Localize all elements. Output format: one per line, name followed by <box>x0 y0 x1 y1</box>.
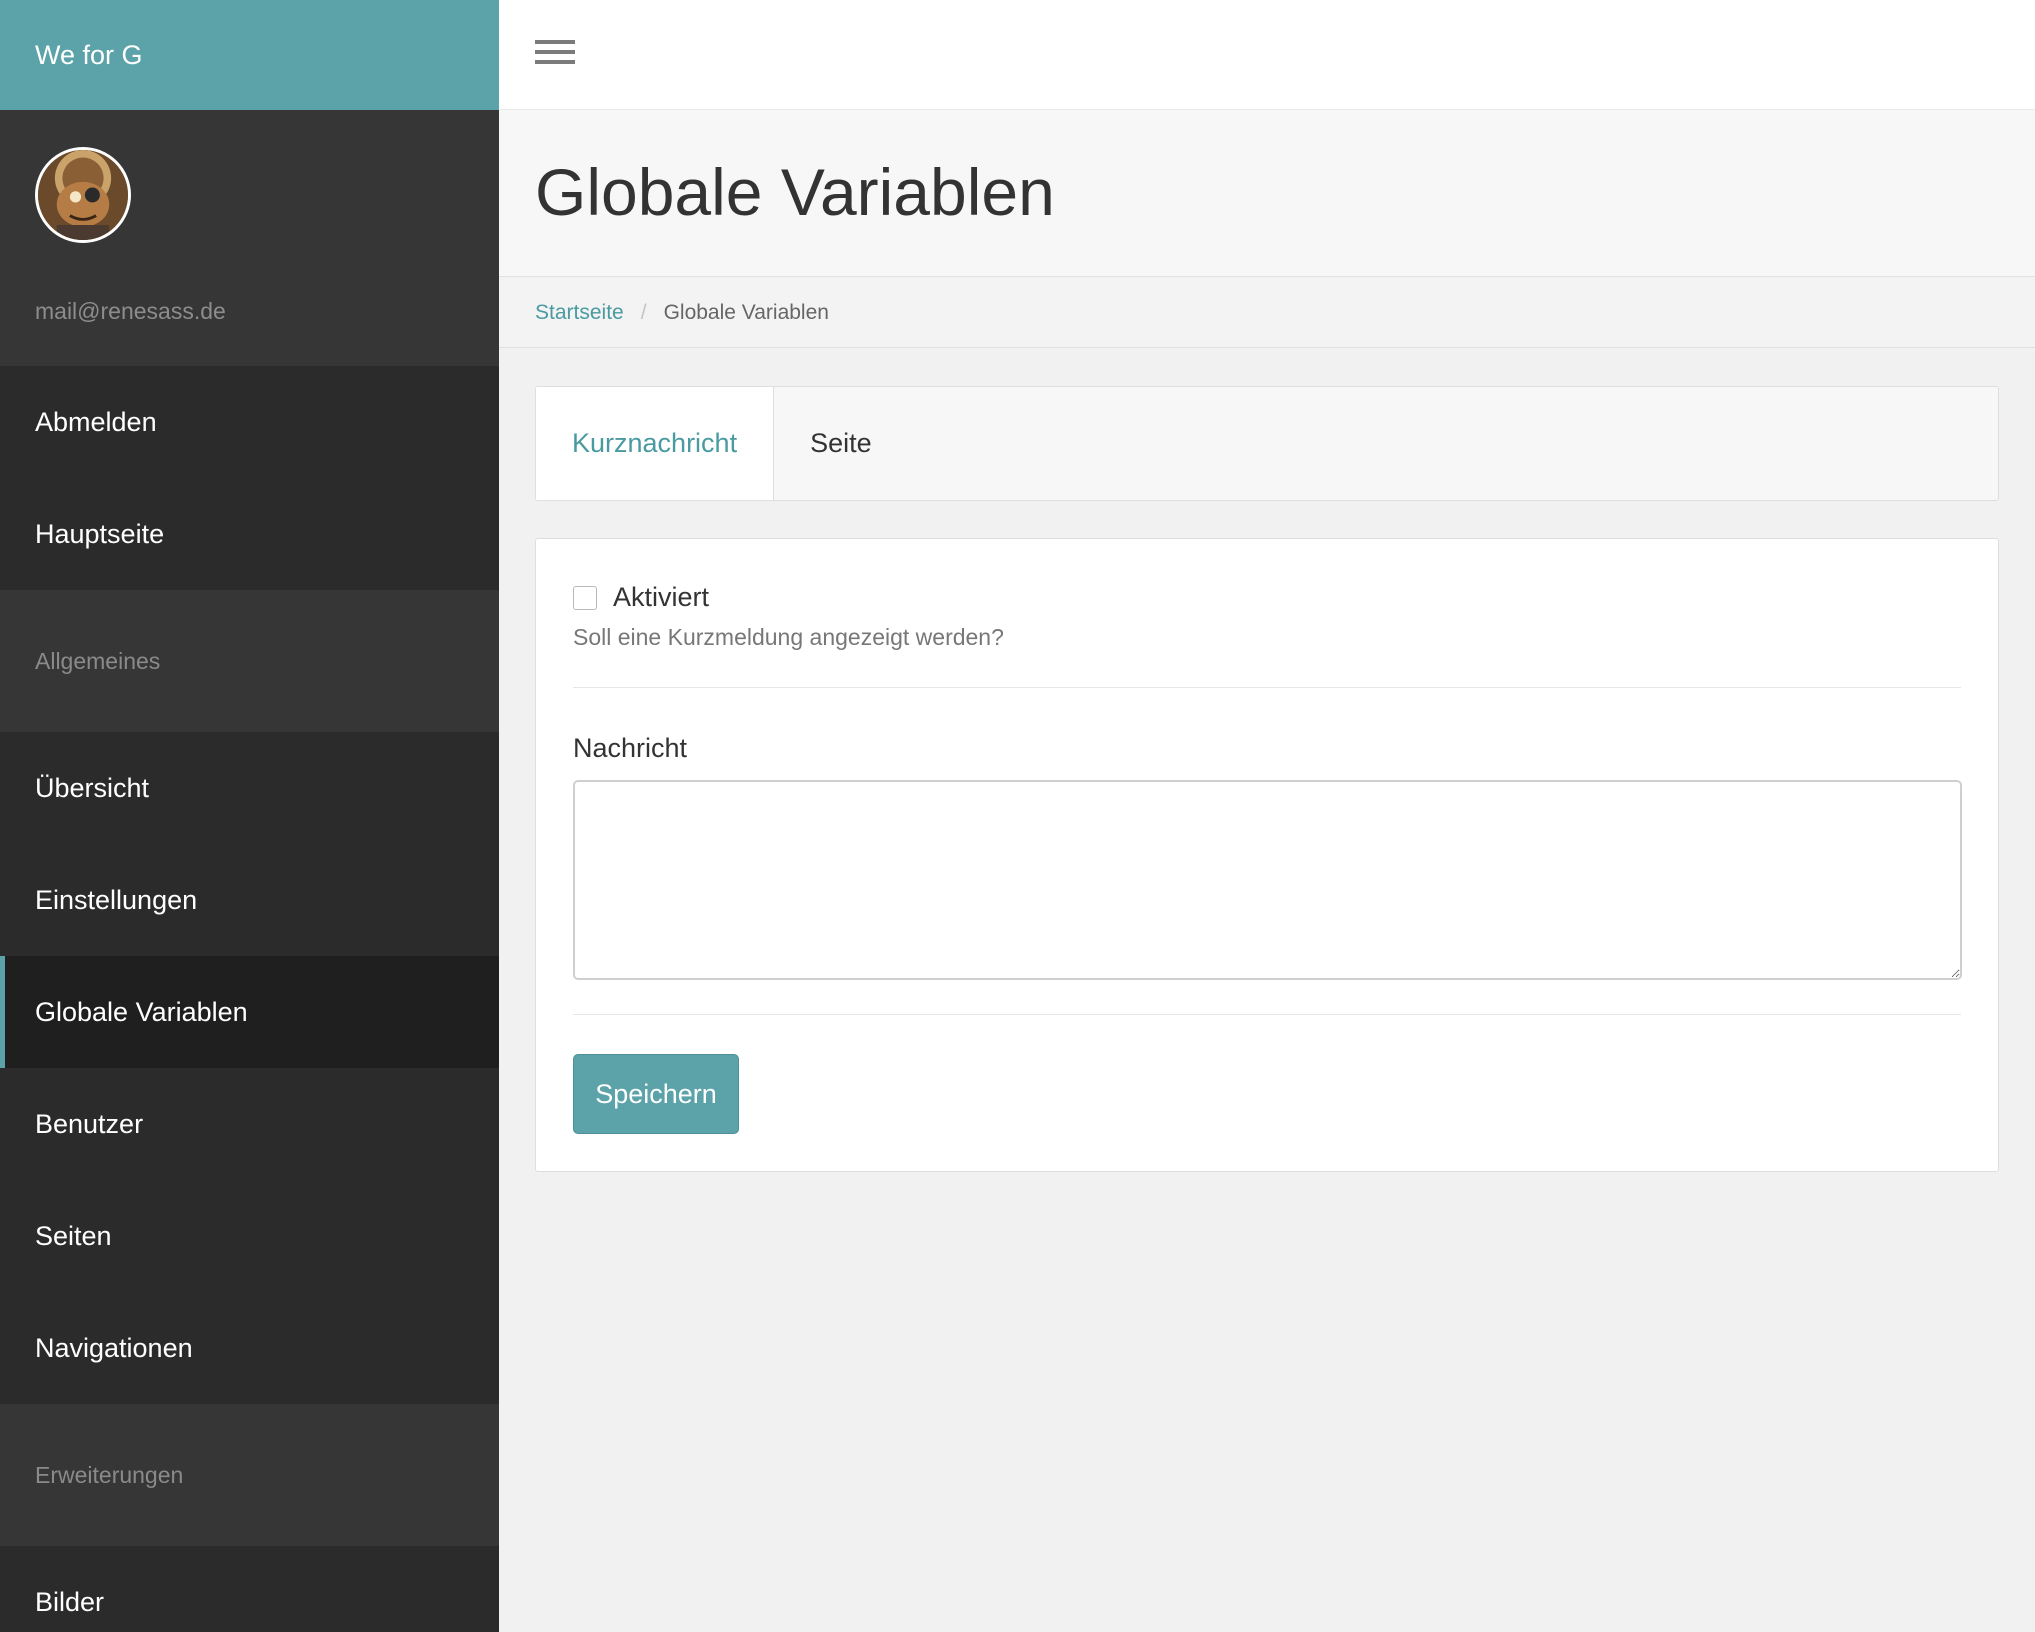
sidebar-item-label: Einstellungen <box>35 884 198 915</box>
activated-checkbox-row: Aktiviert <box>573 582 709 613</box>
sidebar-item-label: Navigationen <box>35 1332 193 1363</box>
sidebar: We for G mail@renesass.de Abmelden Haupt… <box>0 0 499 1632</box>
sidebar-item-navigations[interactable]: Navigationen <box>0 1292 499 1404</box>
breadcrumb-current: Globale Variablen <box>663 300 829 324</box>
form-divider <box>573 687 1961 688</box>
app-root: We for G mail@renesass.de Abmelden Haupt… <box>0 0 2035 1632</box>
sidebar-section-general: Allgemeines <box>0 590 499 732</box>
sidebar-item-label: Bilder <box>35 1586 105 1617</box>
sidebar-item-label: Benutzer <box>35 1108 144 1139</box>
activated-help-text: Soll eine Kurzmeldung angezeigt werden? <box>573 624 1004 650</box>
breadcrumb: Startseite / Globale Variablen <box>499 278 2035 348</box>
activated-checkbox[interactable] <box>573 585 597 610</box>
sidebar-item-label: Abmelden <box>35 406 157 437</box>
sidebar-item-label: Seiten <box>35 1220 112 1251</box>
tab-bar: Kurznachricht Seite <box>535 386 1999 501</box>
sidebar-item-users[interactable]: Benutzer <box>0 1068 499 1180</box>
sidebar-item-logout[interactable]: Abmelden <box>0 366 499 478</box>
sidebar-item-label: Hauptseite <box>35 518 165 549</box>
tab-kurznachricht[interactable]: Kurznachricht <box>536 387 775 500</box>
sidebar-item-overview[interactable]: Übersicht <box>0 732 499 844</box>
save-button[interactable]: Speichern <box>573 1054 739 1134</box>
form-divider <box>573 1014 1961 1015</box>
sidebar-item-mainpage[interactable]: Hauptseite <box>0 478 499 590</box>
message-textarea[interactable] <box>573 780 1962 980</box>
avatar-image <box>38 150 128 240</box>
sidebar-item-settings[interactable]: Einstellungen <box>0 844 499 956</box>
top-bar <box>499 0 2035 110</box>
global-variables-form: Aktiviert Soll eine Kurzmeldung angezeig… <box>535 538 1999 1172</box>
breadcrumb-home-link[interactable]: Startseite <box>535 301 624 325</box>
sidebar-item-pages[interactable]: Seiten <box>0 1180 499 1292</box>
avatar[interactable] <box>35 147 131 243</box>
message-label: Nachricht <box>573 733 688 763</box>
sidebar-item-global-variables[interactable]: Globale Variablen <box>0 956 499 1068</box>
page-title: Globale Variablen <box>535 155 1055 229</box>
sidebar-section-extensions: Erweiterungen <box>0 1404 499 1546</box>
user-profile: mail@renesass.de <box>0 110 499 366</box>
brand-title[interactable]: We for G <box>0 0 499 110</box>
activated-checkbox-label[interactable]: Aktiviert <box>613 582 709 613</box>
tab-seite[interactable]: Seite <box>774 387 908 500</box>
hamburger-menu-icon[interactable] <box>535 40 575 70</box>
page-header: Globale Variablen <box>499 110 2035 277</box>
sidebar-item-label: Globale Variablen <box>35 996 248 1027</box>
breadcrumb-separator: / <box>640 300 647 324</box>
sidebar-item-images[interactable]: Bilder <box>0 1546 499 1632</box>
sidebar-item-label: Übersicht <box>35 772 150 803</box>
user-email: mail@renesass.de <box>35 298 226 324</box>
